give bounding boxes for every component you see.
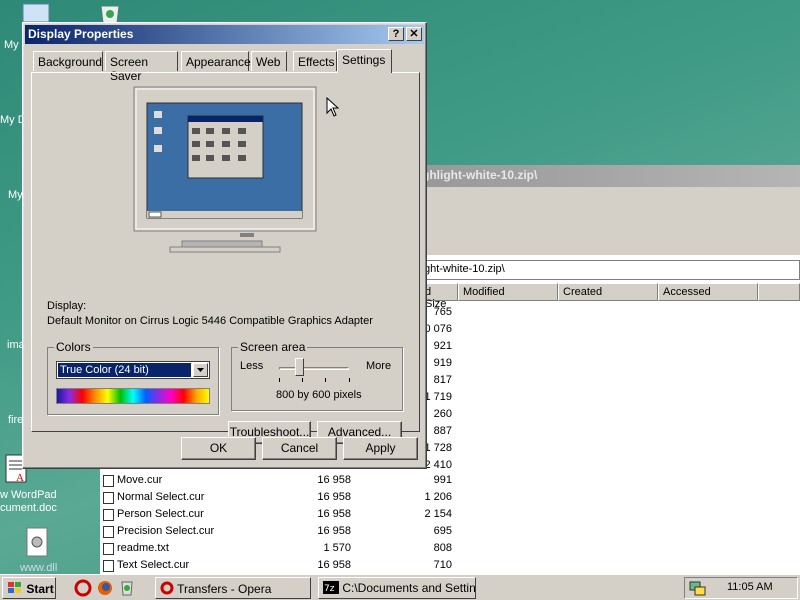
more-label: More <box>366 360 392 372</box>
desktop-label-wordpad[interactable]: w WordPad <box>0 489 57 501</box>
mouse-pointer-icon <box>326 97 340 117</box>
desktop-label-my[interactable]: My <box>4 39 19 51</box>
file-row[interactable]: Normal Select.cur 16 958 1 206 <box>100 490 800 507</box>
start-label: Start <box>26 582 54 596</box>
text-file-icon <box>103 543 114 555</box>
clock[interactable]: 11:05 AM <box>727 581 773 593</box>
my-documents-desktop-icon[interactable] <box>20 2 54 24</box>
task-opera-transfers[interactable]: Transfers - Opera <box>155 577 311 599</box>
slider-tick-marks <box>279 378 351 382</box>
7zip-icon: 7z <box>323 581 339 594</box>
column-header-extra[interactable] <box>758 283 800 301</box>
settings-panel: Display: Default Monitor on Cirrus Logic… <box>31 72 420 444</box>
desktop-label-fire[interactable]: fire <box>8 414 23 426</box>
taskbar: Start Transfers - Opera 7z C:\Documents … <box>0 574 800 600</box>
desktop-label-wordpad-doc[interactable]: cument.doc <box>0 502 57 514</box>
windows-logo-icon <box>8 582 21 593</box>
desktop-label-my-2[interactable]: My <box>8 189 23 201</box>
gear-file-icon <box>26 527 48 557</box>
tab-background[interactable]: Background <box>33 51 103 71</box>
resolution-slider-track[interactable] <box>279 367 349 370</box>
column-header-accessed[interactable]: Accessed <box>658 283 758 301</box>
dialog-title: Display Properties <box>28 27 134 41</box>
screen-area-group: Screen area Less More 800 by 600 pixels <box>231 340 403 411</box>
tab-web[interactable]: Web <box>251 51 287 71</box>
task-label: Transfers - Opera <box>177 582 272 596</box>
cursor-file-icon <box>103 492 114 504</box>
ok-button[interactable]: OK <box>181 437 256 460</box>
column-header-created[interactable]: Created <box>558 283 658 301</box>
dialog-titlebar[interactable]: Display Properties ? ✕ <box>25 25 424 44</box>
file-row[interactable]: readme.txt 1 570 808 <box>100 541 800 558</box>
dll-desktop-icon[interactable] <box>25 527 51 557</box>
column-header-modified[interactable]: Modified <box>458 283 558 301</box>
help-button[interactable]: ? <box>388 27 404 41</box>
display-adapter-text: Default Monitor on Cirrus Logic 5446 Com… <box>47 315 373 327</box>
cursor-file-icon <box>103 475 114 487</box>
cursor-file-icon <box>103 526 114 538</box>
cursor-file-icon <box>103 560 114 572</box>
cancel-button[interactable]: Cancel <box>262 437 337 460</box>
monitor-preview <box>133 86 317 253</box>
tab-appearance[interactable]: Appearance <box>181 51 251 71</box>
recycle-bin-desktop-icon[interactable] <box>95 2 125 24</box>
task-label: C:\Documents and Settin... <box>342 581 476 595</box>
task-7zip-explorer[interactable]: 7z C:\Documents and Settin... <box>318 577 476 599</box>
svg-text:7z: 7z <box>324 584 335 594</box>
display-label: Display: <box>47 300 87 312</box>
system-tray: 11:05 AM <box>684 577 798 599</box>
quick-launch-opera-icon[interactable] <box>74 579 92 597</box>
start-button[interactable]: Start <box>2 577 56 599</box>
resolution-slider-thumb[interactable] <box>295 358 304 376</box>
resolution-text: 800 by 600 pixels <box>276 389 362 401</box>
colors-dropdown[interactable]: True Color (24 bit) <box>56 361 210 379</box>
quick-launch-recycle-icon[interactable] <box>118 579 136 597</box>
network-tray-icon[interactable] <box>689 580 707 596</box>
tab-effects[interactable]: Effects <box>293 51 337 71</box>
less-label: Less <box>240 360 264 372</box>
svg-text:A: A <box>16 472 24 484</box>
tab-settings[interactable]: Settings <box>337 49 392 73</box>
quick-launch-firefox-icon[interactable] <box>96 579 114 597</box>
display-properties-dialog[interactable]: Display Properties ? ✕ Background Screen… <box>22 22 427 469</box>
screen-area-group-label: Screen area <box>238 340 308 354</box>
colors-group-label: Colors <box>54 340 93 354</box>
colors-selected-value: True Color (24 bit) <box>58 363 191 377</box>
file-row[interactable]: Text Select.cur 16 958 710 <box>100 558 800 575</box>
file-row[interactable]: Precision Select.cur 16 958 695 <box>100 524 800 541</box>
apply-button[interactable]: Apply <box>343 437 418 460</box>
recycle-bin-icon <box>100 5 120 24</box>
color-spectrum-bar <box>56 388 210 404</box>
close-button[interactable]: ✕ <box>406 27 422 41</box>
desktop-label-dll[interactable]: www.dll <box>20 562 57 574</box>
opera-icon <box>160 581 174 595</box>
chevron-down-icon[interactable] <box>193 363 208 377</box>
bg-address-bar[interactable]: ght-white-10.zip\ <box>420 260 800 280</box>
cursor-file-icon <box>103 509 114 521</box>
file-row[interactable]: Person Select.cur 16 958 2 154 <box>100 507 800 524</box>
colors-group: Colors True Color (24 bit) <box>47 340 219 415</box>
tab-screen-saver[interactable]: Screen Saver <box>105 51 178 83</box>
file-row[interactable]: Move.cur 16 958 991 <box>100 473 800 490</box>
folder-icon <box>22 3 50 23</box>
